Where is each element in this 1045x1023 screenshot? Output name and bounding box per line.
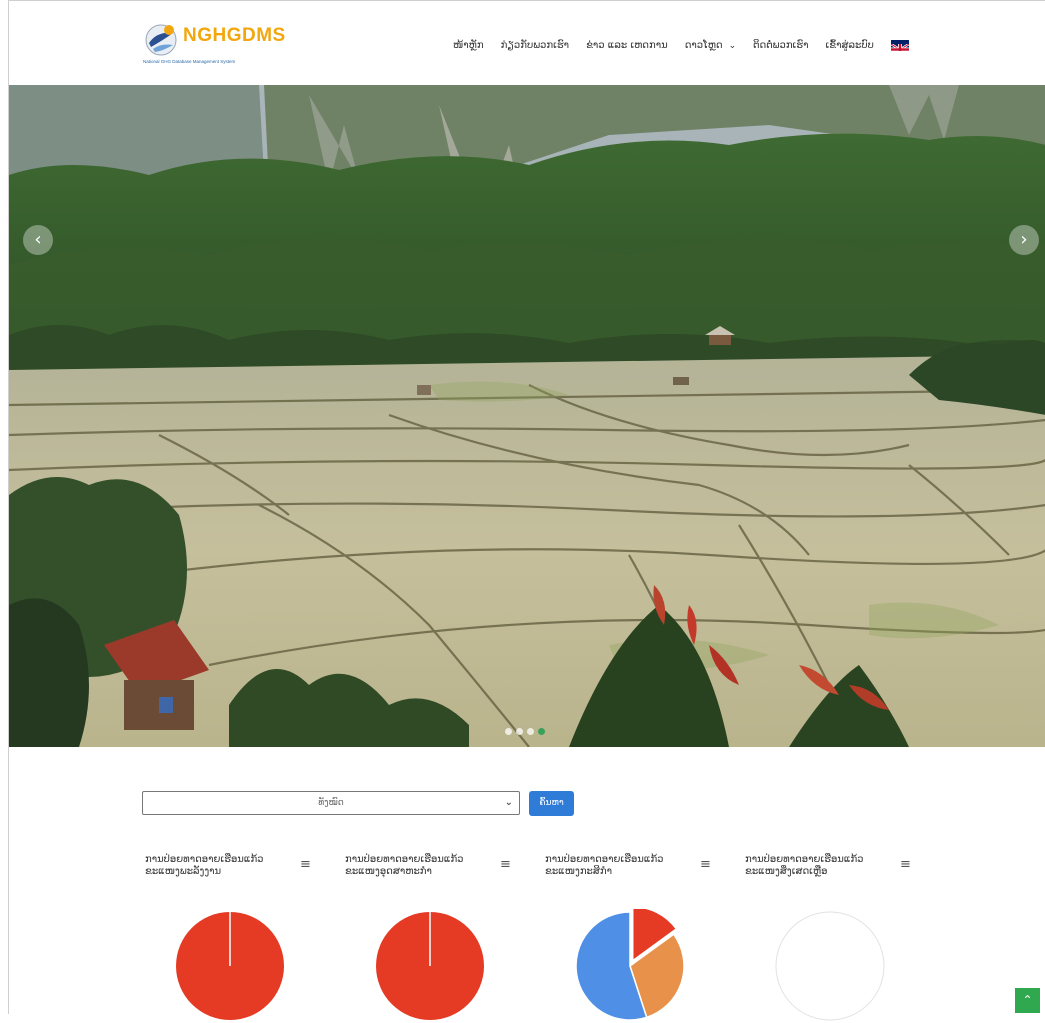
carousel-dot[interactable] [516, 728, 523, 735]
pie-chart [376, 912, 484, 1020]
nav-login[interactable]: ເຂົ້າສູ່ລະບົບ [826, 40, 874, 51]
chart-title: ການປ່ອຍທາດອາຍເຮືອນແກ້ວ ຂະແໜງອຸດສາຫະກໍາ [345, 854, 464, 877]
chart-card-agriculture: ການປ່ອຍທາດອາຍເຮືອນແກ້ວ ຂະແໜງກະສິກໍາ ≡ [545, 854, 715, 1021]
carousel-next-button[interactable]: › [1009, 225, 1039, 255]
chevron-down-icon: ⌄ [728, 40, 737, 51]
chevron-up-icon: ⌃ [1022, 993, 1033, 1007]
logo[interactable]: NGHGDMS National GHG Database Management… [143, 21, 286, 73]
chevron-right-icon: › [1020, 229, 1028, 250]
hamburger-icon[interactable]: ≡ [900, 857, 911, 872]
hero-image [9, 85, 1045, 747]
nav-download[interactable]: ດາວໂຫຼດ ⌄ [685, 40, 736, 51]
carousel-prev-button[interactable]: ‹ [23, 225, 53, 255]
chart-card-industry: ການປ່ອຍທາດອາຍເຮືອນແກ້ວ ຂະແໜງອຸດສາຫະກໍາ ≡ [345, 854, 515, 1020]
nav-about[interactable]: ກ່ຽວກັບພວກເຮົາ [501, 40, 569, 51]
main-nav: ໜ້າຫຼັກ ກ່ຽວກັບພວກເຮົາ ຂ່າວ ແລະ ເຫດການ ດ… [453, 35, 909, 55]
page: NGHGDMS National GHG Database Management… [8, 0, 1045, 1021]
chart-card-waste: ການປ່ອຍທາດອາຍເຮືອນແກ້ວ ຂະແໜງສິ່ງເສດເຫຼືອ… [745, 854, 915, 1021]
logo-text: NGHGDMS [183, 25, 286, 46]
chart-title: ການປ່ອຍທາດອາຍເຮືອນແກ້ວ ຂະແໜງພະລັງງານ [145, 854, 264, 877]
carousel-dot-active[interactable] [538, 728, 545, 735]
header: NGHGDMS National GHG Database Management… [9, 1, 1045, 85]
hero-carousel[interactable]: ‹ › [9, 85, 1045, 747]
chevron-left-icon: ‹ [34, 229, 42, 250]
hamburger-icon[interactable]: ≡ [500, 857, 511, 872]
sector-select[interactable]: ທັງໝົດ ⌄ [142, 791, 520, 815]
logo-tagline: National GHG Database Management System [143, 59, 236, 64]
hamburger-icon[interactable]: ≡ [700, 857, 711, 872]
chevron-down-icon: ⌄ [504, 797, 513, 808]
carousel-indicators [505, 728, 549, 735]
pie-empty [775, 911, 885, 1021]
nav-home[interactable]: ໜ້າຫຼັກ [453, 40, 484, 51]
sector-select-value: ທັງໝົດ [318, 798, 344, 808]
pie-chart [775, 911, 885, 1021]
logo-icon [143, 21, 179, 57]
scroll-top-button[interactable]: ⌃ [1015, 988, 1040, 1013]
uk-flag-icon[interactable] [890, 39, 909, 51]
nav-news[interactable]: ຂ່າວ ແລະ ເຫດການ [586, 40, 668, 51]
hamburger-icon[interactable]: ≡ [300, 857, 311, 872]
carousel-dot[interactable] [527, 728, 534, 735]
chart-card-energy: ການປ່ອຍທາດອາຍເຮືອນແກ້ວ ຂະແໜງພະລັງງານ ≡ [145, 854, 315, 1020]
nav-download-label: ດາວໂຫຼດ [684, 39, 723, 51]
chart-title: ການປ່ອຍທາດອາຍເຮືອນແກ້ວ ຂະແໜງກະສິກໍາ [545, 854, 664, 877]
carousel-dot[interactable] [505, 728, 512, 735]
pie-chart [176, 912, 284, 1020]
nav-contact[interactable]: ຕິດຕໍ່ພວກເຮົາ [753, 40, 808, 51]
pie-chart [575, 909, 685, 1021]
search-button[interactable]: ຄົ້ນຫາ [529, 791, 574, 816]
chart-title: ການປ່ອຍທາດອາຍເຮືອນແກ້ວ ຂະແໜງສິ່ງເສດເຫຼືອ [745, 854, 864, 877]
